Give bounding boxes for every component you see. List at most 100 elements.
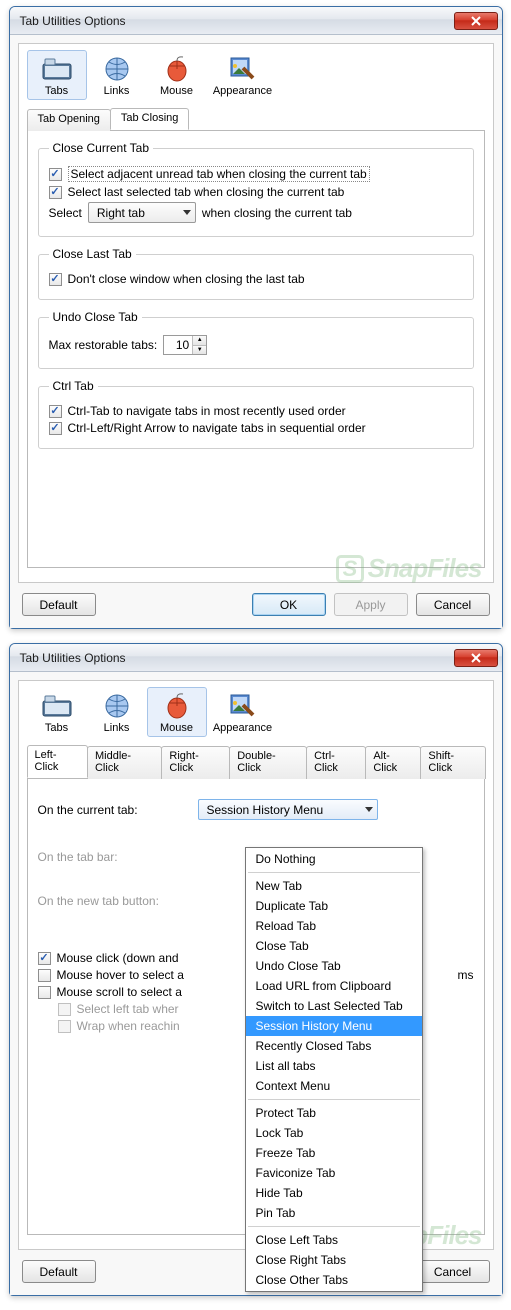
checkbox-ctrl-tab[interactable] xyxy=(49,405,62,418)
dropdown-item[interactable]: Lock Tab xyxy=(246,1123,422,1143)
group-close-current: Close Current Tab Select adjacent unread… xyxy=(38,141,474,237)
group-legend: Undo Close Tab xyxy=(49,310,142,324)
category-label: Appearance xyxy=(208,722,278,734)
select-label: Select xyxy=(49,206,82,220)
tab-opening[interactable]: Tab Opening xyxy=(27,109,111,131)
titlebar: Tab Utilities Options xyxy=(10,7,502,35)
tab-shift-click[interactable]: Shift-Click xyxy=(420,746,485,779)
category-label: Links xyxy=(88,722,146,734)
category-links-item[interactable]: Links xyxy=(87,687,147,737)
dropdown-item[interactable]: Close Left Tabs xyxy=(246,1230,422,1250)
group-legend: Ctrl Tab xyxy=(49,379,98,393)
dropdown-item[interactable]: Switch to Last Selected Tab xyxy=(246,996,422,1016)
default-button[interactable]: Default xyxy=(22,593,96,616)
subtab-strip: Tab Opening Tab Closing xyxy=(27,108,485,131)
dropdown-item[interactable]: Do Nothing xyxy=(246,849,422,869)
group-legend: Close Current Tab xyxy=(49,141,154,155)
checkbox-mouse-click[interactable] xyxy=(38,952,51,965)
tab-right-click[interactable]: Right-Click xyxy=(161,746,230,779)
checkbox-dont-close-window[interactable] xyxy=(49,273,62,286)
category-mouse-item[interactable]: Mouse xyxy=(147,50,207,100)
dropdown-separator xyxy=(248,1226,420,1227)
tab-closing[interactable]: Tab Closing xyxy=(110,108,189,130)
tab-alt-click[interactable]: Alt-Click xyxy=(365,746,421,779)
apply-button[interactable]: Apply xyxy=(334,593,408,616)
tab-ctrl-click[interactable]: Ctrl-Click xyxy=(306,746,366,779)
window-title: Tab Utilities Options xyxy=(20,14,454,28)
dropdown-item[interactable]: Protect Tab xyxy=(246,1103,422,1123)
checkbox-ctrl-arrow[interactable] xyxy=(49,422,62,435)
dropdown-item[interactable]: Load URL from Clipboard xyxy=(246,976,422,996)
on-bar-label: On the tab bar: xyxy=(38,850,188,864)
dropdown-item[interactable]: Session History Menu xyxy=(246,1016,422,1036)
chevron-down-icon xyxy=(365,807,373,812)
action-dropdown[interactable]: Do Nothing New TabDuplicate TabReload Tab… xyxy=(245,847,423,1292)
checkbox-label: Wrap when reachin xyxy=(77,1019,180,1033)
on-current-combo[interactable]: Session History Menu xyxy=(198,799,378,820)
dropdown-item[interactable]: Close Right Tabs xyxy=(246,1250,422,1270)
checkbox-label: Don't close window when closing the last… xyxy=(68,272,305,286)
dropdown-item[interactable]: New Tab xyxy=(246,876,422,896)
category-mouse-item[interactable]: Mouse xyxy=(147,687,207,737)
dropdown-item[interactable]: Reload Tab xyxy=(246,916,422,936)
tab-middle-click[interactable]: Middle-Click xyxy=(87,746,162,779)
category-appearance-item[interactable]: Appearance xyxy=(207,50,279,100)
tab-page: Close Current Tab Select adjacent unread… xyxy=(27,131,485,568)
category-label: Tabs xyxy=(28,85,86,97)
mouse-icon xyxy=(161,692,193,720)
checkbox-select-left xyxy=(58,1003,71,1016)
spinner-down[interactable]: ▼ xyxy=(193,346,206,355)
checkbox-mouse-scroll[interactable] xyxy=(38,986,51,999)
close-icon xyxy=(470,653,482,663)
checkbox-label: Ctrl-Tab to navigate tabs in most recent… xyxy=(68,404,346,418)
footer-buttons: Default OK Apply Cancel xyxy=(18,583,494,620)
dropdown-item[interactable]: Undo Close Tab xyxy=(246,956,422,976)
category-label: Mouse xyxy=(148,722,206,734)
content-frame: Tabs Links Mouse xyxy=(18,680,494,1250)
cancel-button[interactable]: Cancel xyxy=(416,593,490,616)
category-tabs-item[interactable]: Tabs xyxy=(27,687,87,737)
dropdown-item[interactable]: Freeze Tab xyxy=(246,1143,422,1163)
group-ctrl-tab: Ctrl Tab Ctrl-Tab to navigate tabs in mo… xyxy=(38,379,474,449)
dropdown-separator xyxy=(248,872,420,873)
category-label: Appearance xyxy=(208,85,278,97)
dropdown-item[interactable]: List all tabs xyxy=(246,1056,422,1076)
checkbox-label: Select adjacent unread tab when closing … xyxy=(68,166,370,182)
dropdown-item[interactable]: Close Other Tabs xyxy=(246,1270,422,1290)
close-button[interactable] xyxy=(454,649,498,667)
dropdown-item[interactable]: Pin Tab xyxy=(246,1203,422,1223)
window-body: Tabs Links Mouse xyxy=(10,35,502,628)
max-restorable-spinner[interactable]: 10 ▲ ▼ xyxy=(163,335,207,355)
appearance-icon xyxy=(227,692,259,720)
category-appearance-item[interactable]: Appearance xyxy=(207,687,279,737)
category-label: Tabs xyxy=(28,722,86,734)
titlebar: Tab Utilities Options xyxy=(10,644,502,672)
close-button[interactable] xyxy=(454,12,498,30)
dropdown-item[interactable]: Faviconize Tab xyxy=(246,1163,422,1183)
checkbox-label: Select last selected tab when closing th… xyxy=(68,185,345,199)
max-restorable-label: Max restorable tabs: xyxy=(49,338,158,352)
ok-button[interactable]: OK xyxy=(252,593,326,616)
checkbox-mouse-hover[interactable] xyxy=(38,969,51,982)
category-links-item[interactable]: Links xyxy=(87,50,147,100)
window-title: Tab Utilities Options xyxy=(20,651,454,665)
spinner-value: 10 xyxy=(164,336,192,354)
tab-left-click[interactable]: Left-Click xyxy=(27,745,88,778)
dropdown-item[interactable]: Hide Tab xyxy=(246,1183,422,1203)
spinner-up[interactable]: ▲ xyxy=(193,336,206,346)
checkbox-last-selected[interactable] xyxy=(49,186,62,199)
dropdown-item[interactable]: Context Menu xyxy=(246,1076,422,1096)
tab-double-click[interactable]: Double-Click xyxy=(229,746,307,779)
default-button[interactable]: Default xyxy=(22,1260,96,1283)
select-tab-combo[interactable]: Right tab xyxy=(88,202,196,223)
category-tabs-item[interactable]: Tabs xyxy=(27,50,87,100)
options-window-mouse: Tab Utilities Options Tabs xyxy=(9,643,503,1296)
category-label: Links xyxy=(88,85,146,97)
checkbox-adjacent-unread[interactable] xyxy=(49,168,62,181)
cancel-button[interactable]: Cancel xyxy=(416,1260,490,1283)
options-window-tabs: Tab Utilities Options Tabs xyxy=(9,6,503,629)
dropdown-item[interactable]: Close Tab xyxy=(246,936,422,956)
dropdown-item[interactable]: Duplicate Tab xyxy=(246,896,422,916)
dropdown-item[interactable]: Recently Closed Tabs xyxy=(246,1036,422,1056)
select-suffix: when closing the current tab xyxy=(202,206,352,220)
